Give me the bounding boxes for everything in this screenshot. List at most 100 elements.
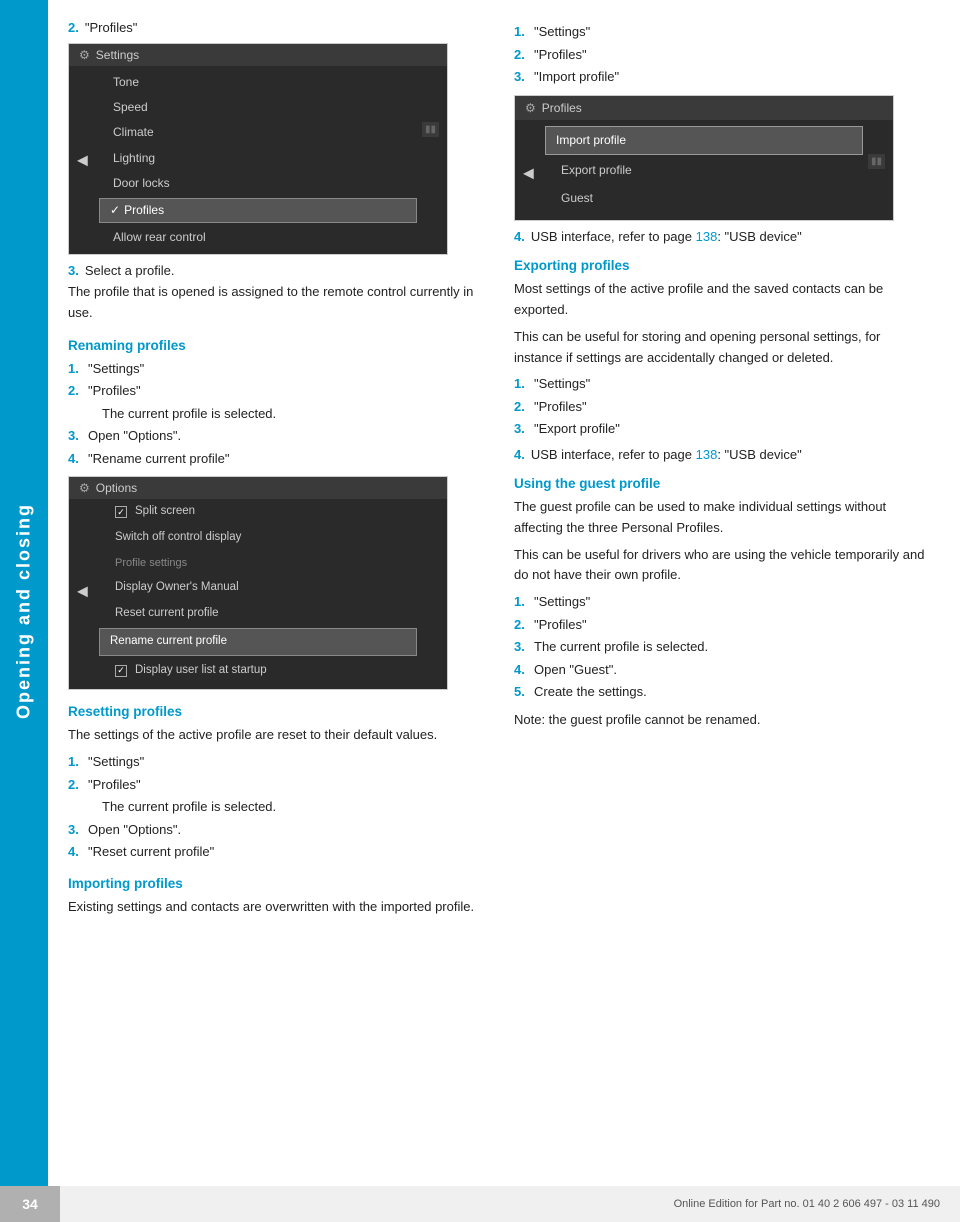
renaming-step-4: 4. "Rename current profile" xyxy=(68,449,484,469)
renaming-step-2: 2. "Profiles" xyxy=(68,381,484,401)
import-steps-list: 1. "Settings" 2. "Profiles" 3. "Import p… xyxy=(514,22,930,87)
sidebar: Opening and closing xyxy=(0,0,48,1222)
guest-step-5: 5. Create the settings. xyxy=(514,682,930,702)
options-title: Options xyxy=(96,481,137,495)
profiles-left-arrow-icon: ◀ xyxy=(523,164,534,181)
import-page-link[interactable]: 138 xyxy=(696,229,718,244)
guest-heading: Using the guest profile xyxy=(514,476,930,491)
step3-num: 3. xyxy=(68,263,79,278)
left-arrow-icon: ◀ xyxy=(77,152,88,169)
import-step-1: 1. "Settings" xyxy=(514,22,930,42)
import-step4-text: USB interface, refer to page 138: "USB d… xyxy=(531,229,802,244)
page-footer: 34 Online Edition for Part no. 01 40 2 6… xyxy=(0,1186,960,1222)
menu-item-rear-control: Allow rear control xyxy=(99,225,417,250)
gear-icon: ⚙ xyxy=(79,48,90,62)
left-column: 2. "Profiles" ⚙ Settings Tone Speed Clim… xyxy=(68,20,484,1162)
step3: 3. Select a profile. xyxy=(68,263,484,278)
options-gear-icon: ⚙ xyxy=(79,481,90,495)
guest-desc2: This can be useful for drivers who are u… xyxy=(514,545,930,587)
renaming-step-1: 1. "Settings" xyxy=(68,359,484,379)
export-page-link[interactable]: 138 xyxy=(696,447,718,462)
exporting-desc2: This can be useful for storing and openi… xyxy=(514,327,930,369)
profiles-screen: ⚙ Profiles Import profile Export profile… xyxy=(514,95,894,222)
exporting-step-2: 2. "Profiles" xyxy=(514,397,930,417)
resetting-step-2: 2. "Profiles" xyxy=(68,775,484,795)
import-step-2: 2. "Profiles" xyxy=(514,45,930,65)
resetting-heading: Resetting profiles xyxy=(68,704,484,719)
option-profile-settings-label: Profile settings xyxy=(99,551,417,576)
split-screen-checkbox: ✓ xyxy=(115,506,127,518)
guest-note: Note: the guest profile cannot be rename… xyxy=(514,710,930,731)
page-number: 34 xyxy=(22,1196,38,1212)
option-display-user-list: ✓ Display user list at startup xyxy=(99,658,417,684)
import-step-3: 3. "Import profile" xyxy=(514,67,930,87)
renaming-heading: Renaming profiles xyxy=(68,338,484,353)
page-number-bar: 34 xyxy=(0,1186,60,1222)
settings-title-bar: ⚙ Settings xyxy=(69,44,447,66)
menu-item-speed: Speed xyxy=(99,95,417,120)
resetting-steps-list: 1. "Settings" 2. "Profiles" The current … xyxy=(68,752,484,862)
settings-title: Settings xyxy=(96,48,139,62)
exporting-step-3: 3. "Export profile" xyxy=(514,419,930,439)
export-step-4: 4. USB interface, refer to page 138: "US… xyxy=(514,447,930,462)
importing-heading: Importing profiles xyxy=(68,876,484,891)
step2-text: "Profiles" xyxy=(85,20,138,35)
step3-text: Select a profile. xyxy=(85,263,175,278)
menu-item-profiles: ✓Profiles xyxy=(99,198,417,223)
options-menu: ✓ Split screen Switch off control displa… xyxy=(69,499,447,683)
option-display-manual: Display Owner's Manual xyxy=(99,575,417,601)
profile-item-import: Import profile xyxy=(545,126,863,156)
options-left-arrow-icon: ◀ xyxy=(77,583,88,600)
menu-item-climate: Climate xyxy=(99,120,417,145)
import-step-4: 4. USB interface, refer to page 138: "US… xyxy=(514,229,930,244)
step2-profiles: 2. "Profiles" ⚙ Settings Tone Speed Clim… xyxy=(68,20,484,255)
option-switch-off: Switch off control display xyxy=(99,525,417,551)
import-step4-num: 4. xyxy=(514,229,525,244)
profiles-gear-icon: ⚙ xyxy=(525,101,536,115)
guest-desc1: The guest profile can be used to make in… xyxy=(514,497,930,539)
renaming-step-3: 3. Open "Options". xyxy=(68,426,484,446)
main-content: 2. "Profiles" ⚙ Settings Tone Speed Clim… xyxy=(48,0,960,1222)
settings-menu: Tone Speed Climate Lighting Door locks ✓… xyxy=(69,66,447,254)
export-step4-text: USB interface, refer to page 138: "USB d… xyxy=(531,447,802,462)
profiles-title: Profiles xyxy=(542,101,582,115)
resetting-step-1: 1. "Settings" xyxy=(68,752,484,772)
resetting-step-3: 3. Open "Options". xyxy=(68,820,484,840)
footer-label: Online Edition for Part no. 01 40 2 606 … xyxy=(674,1198,940,1210)
step2-num: 2. xyxy=(68,20,79,35)
guest-step-1: 1. "Settings" xyxy=(514,592,930,612)
resetting-step-4: 4. "Reset current profile" xyxy=(68,842,484,862)
right-column: 1. "Settings" 2. "Profiles" 3. "Import p… xyxy=(514,20,930,1162)
exporting-heading: Exporting profiles xyxy=(514,258,930,273)
exporting-steps-list: 1. "Settings" 2. "Profiles" 3. "Export p… xyxy=(514,374,930,439)
profiles-right-indicator: ▮▮ xyxy=(868,154,885,169)
options-screen: ⚙ Options ✓ Split screen Switch off cont… xyxy=(68,476,448,690)
right-scroll-indicator: ▮▮ xyxy=(422,122,439,137)
footer-text-area: Online Edition for Part no. 01 40 2 606 … xyxy=(60,1186,960,1222)
two-column-layout: 2. "Profiles" ⚙ Settings Tone Speed Clim… xyxy=(68,20,930,1162)
user-list-checkbox: ✓ xyxy=(115,665,127,677)
guest-step-4: 4. Open "Guest". xyxy=(514,660,930,680)
option-reset-profile: Reset current profile xyxy=(99,601,417,627)
profiles-title-bar: ⚙ Profiles xyxy=(515,96,893,120)
resetting-desc: The settings of the active profile are r… xyxy=(68,725,484,746)
profile-item-export: Export profile xyxy=(545,157,863,185)
settings-screen: ⚙ Settings Tone Speed Climate Lighting D… xyxy=(68,43,448,255)
guest-steps-list: 1. "Settings" 2. "Profiles" 3. The curre… xyxy=(514,592,930,702)
renaming-steps-list: 1. "Settings" 2. "Profiles" The current … xyxy=(68,359,484,469)
importing-desc: Existing settings and contacts are overw… xyxy=(68,897,484,918)
export-step4-num: 4. xyxy=(514,447,525,462)
options-title-bar: ⚙ Options xyxy=(69,477,447,499)
guest-step-3: 3. The current profile is selected. xyxy=(514,637,930,657)
sidebar-label: Opening and closing xyxy=(14,503,35,719)
menu-item-tone: Tone xyxy=(99,70,417,95)
exporting-desc1: Most settings of the active profile and … xyxy=(514,279,930,321)
step3-desc: The profile that is opened is assigned t… xyxy=(68,282,484,324)
page-wrapper: Opening and closing 2. "Profiles" ⚙ Sett… xyxy=(0,0,960,1222)
profile-item-guest: Guest xyxy=(545,185,863,213)
profiles-menu: Import profile Export profile Guest ◀ ▮▮ xyxy=(515,126,893,221)
exporting-step-1: 1. "Settings" xyxy=(514,374,930,394)
option-rename-profile: Rename current profile xyxy=(99,628,417,656)
menu-item-lighting: Lighting xyxy=(99,146,417,171)
renaming-step-2-sub: The current profile is selected. xyxy=(68,404,484,424)
